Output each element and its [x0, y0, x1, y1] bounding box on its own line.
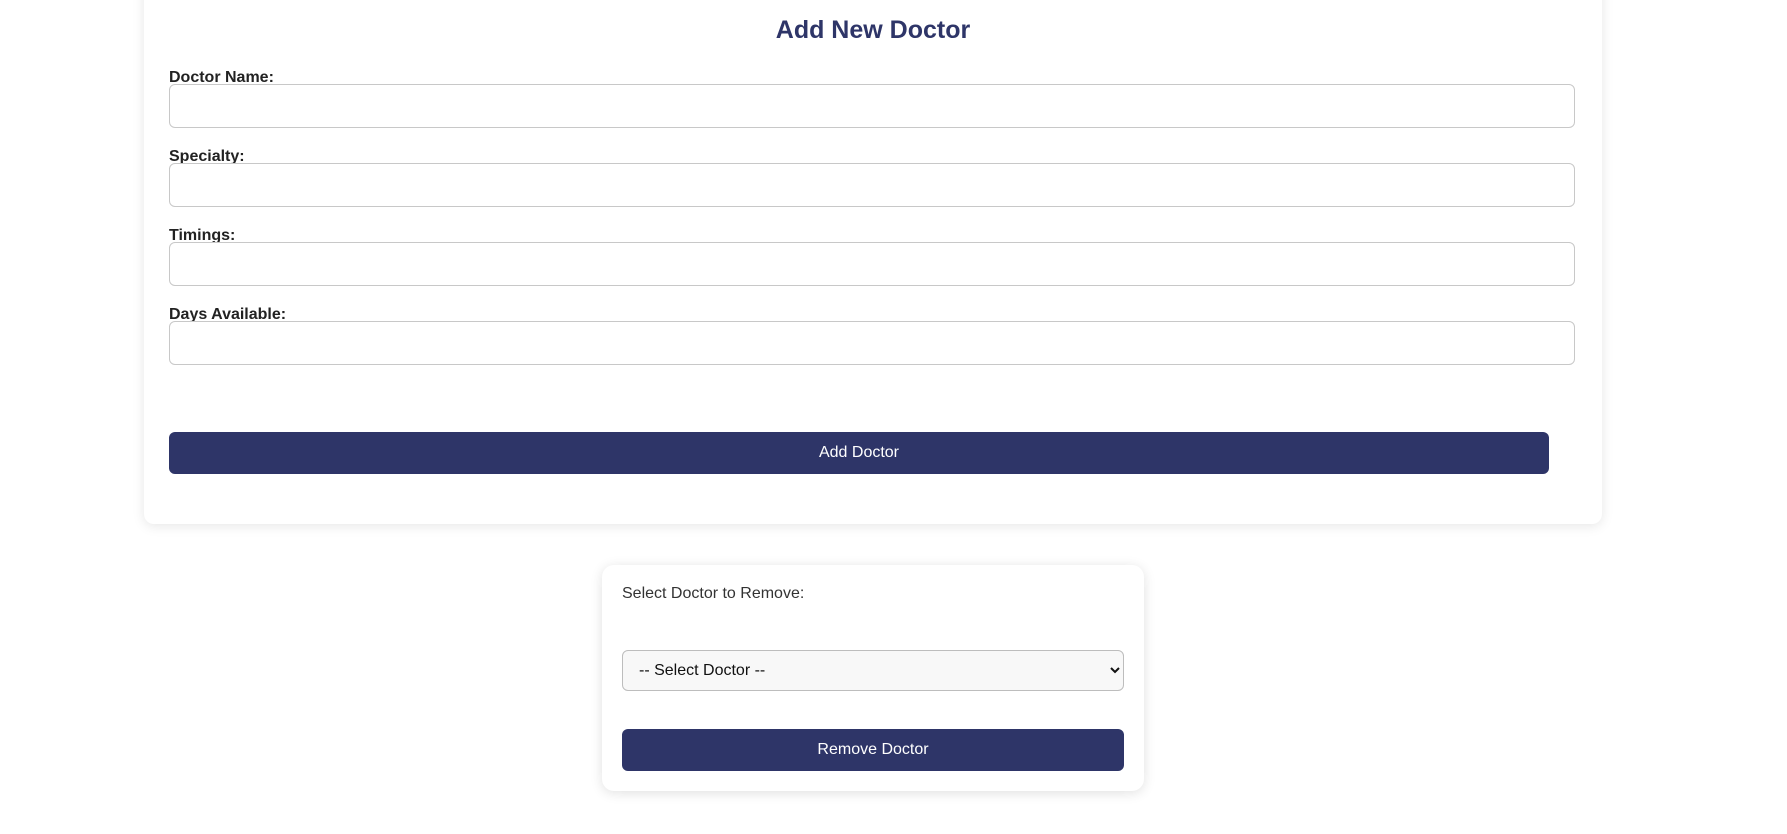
page: Add New Doctor Doctor Name: Specialty: T…	[0, 0, 1787, 834]
add-doctor-button[interactable]: Add Doctor	[169, 432, 1549, 474]
specialty-input[interactable]	[169, 163, 1575, 207]
remove-doctor-label: Select Doctor to Remove:	[622, 585, 805, 602]
days-available-input[interactable]	[169, 321, 1575, 365]
add-doctor-title: Add New Doctor	[775, 16, 971, 44]
timings-input[interactable]	[169, 242, 1575, 286]
doctor-name-input[interactable]	[169, 84, 1575, 128]
doctor-select[interactable]: -- Select Doctor --	[622, 650, 1124, 691]
remove-doctor-card: Select Doctor to Remove: -- Select Docto…	[602, 565, 1144, 791]
remove-doctor-button[interactable]: Remove Doctor	[622, 729, 1124, 771]
add-doctor-card: Add New Doctor Doctor Name: Specialty: T…	[144, 0, 1602, 524]
